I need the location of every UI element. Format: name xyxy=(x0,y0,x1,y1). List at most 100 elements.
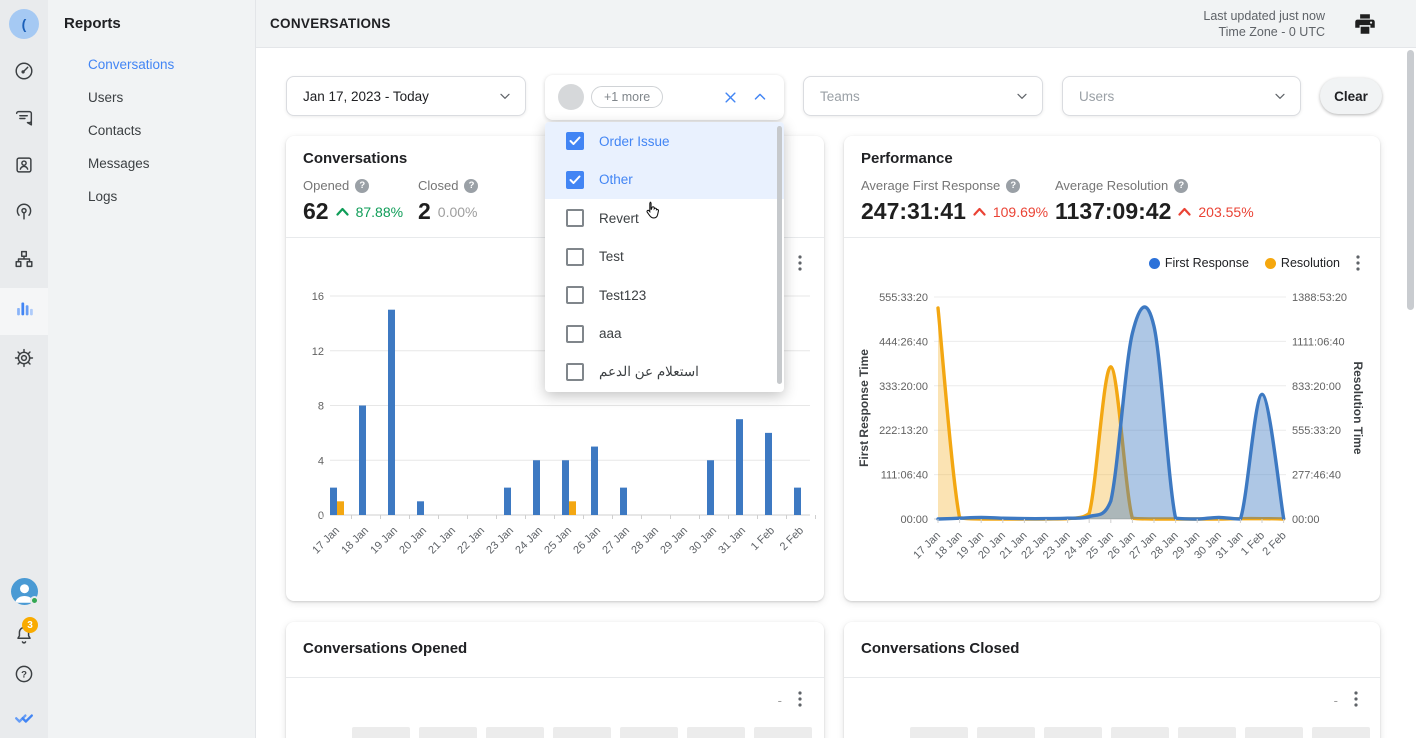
teams-select[interactable]: Teams xyxy=(803,76,1043,116)
chart-menu-kebab-icon[interactable] xyxy=(1348,690,1364,708)
svg-text:12: 12 xyxy=(312,346,324,358)
chevron-down-icon xyxy=(1014,88,1030,104)
page-title: CONVERSATIONS xyxy=(270,16,391,31)
sidebar-item-contacts[interactable]: Contacts xyxy=(48,114,255,147)
skeleton-cell xyxy=(754,727,812,738)
clear-filters-button[interactable]: Clear xyxy=(1320,78,1382,114)
chart-menu-kebab-icon[interactable] xyxy=(792,690,808,708)
skeleton-cell xyxy=(1178,727,1236,738)
label-option[interactable]: Revert xyxy=(545,199,784,238)
avg-first-response-delta: 109.69% xyxy=(993,204,1048,220)
opened-stat: Opened 62 87.88% xyxy=(303,178,403,225)
labels-multiselect-field[interactable]: +1 more xyxy=(545,75,784,120)
chart-menu-kebab-icon[interactable] xyxy=(792,254,808,272)
users-select[interactable]: Users xyxy=(1062,76,1301,116)
chevron-up-icon[interactable] xyxy=(751,88,769,106)
bar-series-closed xyxy=(337,501,576,515)
card-divider xyxy=(844,677,1380,678)
help-icon[interactable] xyxy=(464,179,478,193)
performance-card: Performance Average First Response 247:3… xyxy=(844,136,1380,601)
help-icon[interactable] xyxy=(1174,179,1188,193)
sidebar-items: ConversationsUsersContactsMessagesLogs xyxy=(48,48,255,213)
chevron-down-icon xyxy=(1272,88,1288,104)
avg-resolution-value: 1137:09:42 xyxy=(1055,198,1171,225)
dashboard-icon[interactable] xyxy=(13,60,35,82)
legend-dot-icon xyxy=(1149,258,1160,269)
checkbox-icon[interactable] xyxy=(566,209,584,227)
brand-doublecheck-icon[interactable] xyxy=(13,705,35,727)
bar-x-label: 26 Jan xyxy=(571,525,603,557)
opened-value: 62 xyxy=(303,198,329,225)
bar-x-label: 22 Jan xyxy=(455,525,487,557)
performance-area-chart: 00:0000:00111:06:40277:46:40222:13:20555… xyxy=(848,286,1378,588)
checkbox-icon[interactable] xyxy=(566,363,584,381)
chats-icon[interactable] xyxy=(13,107,35,129)
clear-selection-icon[interactable] xyxy=(723,90,738,105)
sidebar-item-users[interactable]: Users xyxy=(48,81,255,114)
teams-placeholder: Teams xyxy=(820,89,1014,104)
notification-badge: 3 xyxy=(22,617,38,633)
svg-text:0: 0 xyxy=(318,510,324,522)
skeleton-cell xyxy=(1044,727,1102,738)
legend-label: Resolution xyxy=(1281,256,1340,270)
settings-gear-icon[interactable] xyxy=(13,347,35,369)
avg-first-response-value: 247:31:41 xyxy=(861,198,966,225)
skeleton-cell xyxy=(910,727,968,738)
closed-delta: 0.00% xyxy=(438,204,478,220)
skeleton-cell xyxy=(1111,727,1169,738)
sidebar-item-messages[interactable]: Messages xyxy=(48,147,255,180)
labels-overflow-chip[interactable]: +1 more xyxy=(591,86,663,108)
label-option-text: Other xyxy=(599,172,633,187)
label-option[interactable]: Test123 xyxy=(545,276,784,315)
broadcast-icon[interactable] xyxy=(13,201,35,223)
closed-label: Closed xyxy=(418,178,458,193)
closed-value: 2 xyxy=(418,198,431,225)
trend-up-icon xyxy=(973,207,986,216)
avg-resolution-delta: 203.55% xyxy=(1198,204,1253,220)
bar-x-label: 30 Jan xyxy=(687,525,719,557)
analytics-icon[interactable] xyxy=(13,297,35,319)
opened-label: Opened xyxy=(303,178,349,193)
contacts-icon[interactable] xyxy=(13,154,35,176)
help-icon[interactable] xyxy=(355,179,369,193)
legend-item[interactable]: Resolution xyxy=(1265,256,1340,270)
bar-x-label: 24 Jan xyxy=(513,525,545,557)
help-icon[interactable] xyxy=(1006,179,1020,193)
bar-x-ticks xyxy=(323,515,816,519)
online-status-dot xyxy=(30,596,39,605)
label-option[interactable]: aaa xyxy=(545,315,784,354)
skeleton-cell xyxy=(352,727,410,738)
sidebar-item-logs[interactable]: Logs xyxy=(48,180,255,213)
date-range-select[interactable]: Jan 17, 2023 - Today xyxy=(286,76,526,116)
help-icon[interactable]: ? xyxy=(13,663,35,685)
opened-delta: 87.88% xyxy=(356,204,403,220)
print-icon[interactable] xyxy=(1352,11,1378,37)
trend-up-icon xyxy=(336,207,349,216)
page-scrollbar-thumb[interactable] xyxy=(1407,50,1414,310)
label-option[interactable]: استعلام عن الدعم xyxy=(545,353,784,392)
checkbox-icon[interactable] xyxy=(566,286,584,304)
label-option[interactable]: Other xyxy=(545,161,784,200)
checkbox-icon[interactable] xyxy=(566,248,584,266)
bar-x-label: 27 Jan xyxy=(600,525,632,557)
skeleton-cell xyxy=(1245,727,1303,738)
legend-item[interactable]: First Response xyxy=(1149,256,1249,270)
right-axis-title: Resolution Time xyxy=(1351,361,1365,454)
workspace-avatar[interactable]: ( xyxy=(9,9,39,39)
card-divider xyxy=(844,237,1380,238)
flows-icon[interactable] xyxy=(13,248,35,270)
left-axis-title: First Response Time xyxy=(857,349,871,467)
checkbox-icon[interactable] xyxy=(566,325,584,343)
label-option[interactable]: Test xyxy=(545,238,784,277)
svg-text:4: 4 xyxy=(318,455,324,467)
checkbox-checked-icon[interactable] xyxy=(566,132,584,150)
last-updated-text: Last updated just now xyxy=(1203,8,1325,24)
bar-x-label: 28 Jan xyxy=(629,525,661,557)
dropdown-scrollbar[interactable] xyxy=(777,126,782,384)
bar-x-label: 20 Jan xyxy=(397,525,429,557)
chart-menu-kebab-icon[interactable] xyxy=(1350,254,1366,272)
sidebar-item-conversations[interactable]: Conversations xyxy=(48,48,255,81)
label-option[interactable]: Order Issue xyxy=(545,122,784,161)
avg-first-response-stat: Average First Response 247:31:41 109.69% xyxy=(861,178,1048,225)
checkbox-checked-icon[interactable] xyxy=(566,171,584,189)
